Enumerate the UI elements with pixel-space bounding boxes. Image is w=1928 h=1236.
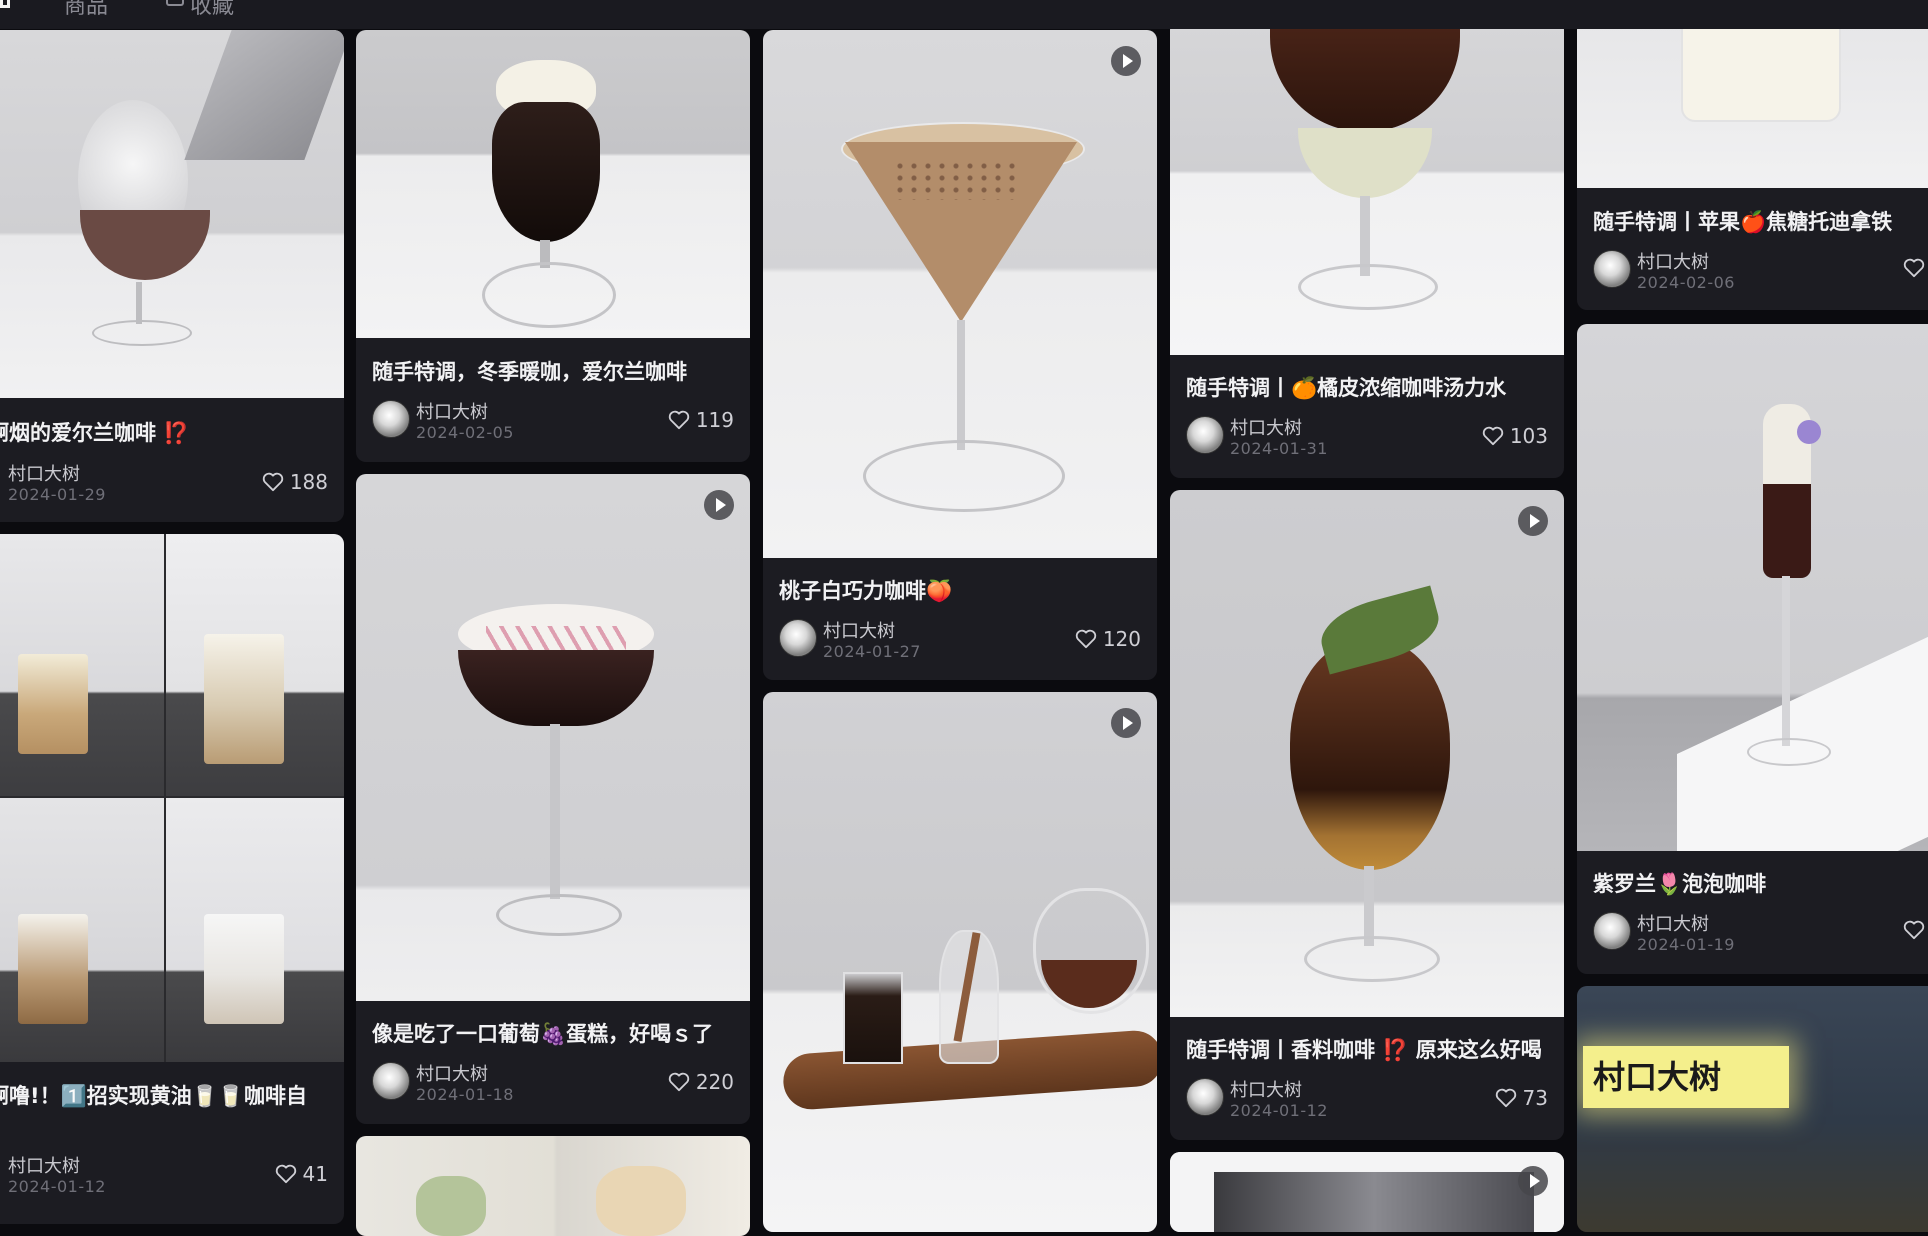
thumbnail-image xyxy=(356,30,750,338)
author-name[interactable]: 村口大树 xyxy=(8,460,80,486)
video-card[interactable]: 随手特调丨苹果🍎焦糖托迪拿铁 村口大树 2024-02-06 xyxy=(1577,20,1928,310)
video-card[interactable] xyxy=(356,1136,750,1236)
thumbnail-image xyxy=(0,534,344,1062)
post-date: 2024-01-12 xyxy=(8,1177,106,1196)
card-title: 啊噜!！1️⃣招实现黄油🥛🥛咖啡自 xyxy=(0,1084,308,1108)
thumbnail-image xyxy=(1170,20,1564,355)
video-card[interactable]: 随手特调丨🍊橘皮浓缩咖啡汤力水 村口大树 2024-01-31 103 xyxy=(1170,20,1564,478)
card-title: 像是吃了一口葡萄🍇蛋糕，好喝ｓ了 xyxy=(372,1022,714,1046)
card-title: 啊烟的爱尔兰咖啡 ⁉️ xyxy=(0,421,190,445)
like-count[interactable]: 188 xyxy=(262,470,328,494)
video-card[interactable]: 随手特调，冬季暖咖，爱尔兰咖啡 村口大树 2024-02-05 119 xyxy=(356,30,750,462)
video-card[interactable] xyxy=(763,692,1157,1232)
play-icon[interactable] xyxy=(1518,1166,1548,1196)
post-date: 2024-01-29 xyxy=(8,485,106,504)
author-name[interactable]: 村口大树 xyxy=(416,1060,488,1086)
video-card[interactable] xyxy=(1170,1152,1564,1232)
author-name[interactable]: 村口大树 xyxy=(1637,910,1709,936)
author-name[interactable]: 村口大树 xyxy=(416,398,488,424)
card-title: 随手特调丨🍊橘皮浓缩咖啡汤力水 xyxy=(1186,376,1507,400)
video-card[interactable]: 啊烟的爱尔兰咖啡 ⁉️ 村口大树 2024-01-29 188 xyxy=(0,30,344,522)
play-icon[interactable] xyxy=(704,490,734,520)
thumbnail-image xyxy=(1170,1152,1564,1232)
card-title: 随手特调丨香料咖啡 ⁉️ 原来这么好喝 xyxy=(1186,1038,1542,1062)
post-date: 2024-02-05 xyxy=(416,423,514,442)
like-count[interactable]: 119 xyxy=(668,408,734,432)
card-title: 紫罗兰🌷泡泡咖啡 xyxy=(1593,872,1767,896)
like-count-value: 119 xyxy=(695,408,734,432)
tab-favorites[interactable]: 收藏 xyxy=(190,0,234,20)
play-icon[interactable] xyxy=(1111,708,1141,738)
thumbnail-image xyxy=(0,30,344,398)
thumbnail-image xyxy=(356,474,750,1001)
active-tab-indicator xyxy=(0,0,10,8)
play-icon[interactable] xyxy=(1518,506,1548,536)
avatar[interactable] xyxy=(1186,416,1224,454)
like-count[interactable] xyxy=(1903,920,1928,940)
author-name[interactable]: 村口大树 xyxy=(1230,1076,1302,1102)
video-card[interactable]: 桃子白巧力咖啡🍑 村口大树 2024-01-27 120 xyxy=(763,30,1157,680)
like-count-value: 220 xyxy=(695,1070,734,1094)
like-count-value: 188 xyxy=(289,470,328,494)
post-date: 2024-01-31 xyxy=(1230,439,1328,458)
avatar[interactable] xyxy=(779,619,817,657)
heart-icon[interactable] xyxy=(1495,1088,1517,1108)
shop-sign: 村口大树 xyxy=(1583,1046,1789,1108)
avatar[interactable] xyxy=(372,1062,410,1100)
heart-icon[interactable] xyxy=(1903,258,1925,278)
post-date: 2024-01-27 xyxy=(823,642,921,661)
post-date: 2024-01-18 xyxy=(416,1085,514,1104)
card-title: 随手特调丨苹果🍎焦糖托迪拿铁 xyxy=(1593,210,1893,234)
thumbnail-image xyxy=(763,30,1157,558)
card-title: 随手特调，冬季暖咖，爱尔兰咖啡 xyxy=(372,360,687,384)
like-count-value: 103 xyxy=(1509,424,1548,448)
like-count[interactable]: 41 xyxy=(275,1162,328,1186)
like-count[interactable]: 103 xyxy=(1482,424,1548,448)
heart-icon[interactable] xyxy=(668,1072,690,1092)
author-name[interactable]: 村口大树 xyxy=(1637,248,1709,274)
top-tab-bar: 商品 收藏 xyxy=(0,0,1928,29)
author-name[interactable]: 村口大树 xyxy=(8,1152,80,1178)
video-card[interactable]: 啊噜!！1️⃣招实现黄油🥛🥛咖啡自 村口大树 2024-01-12 41 xyxy=(0,534,344,1224)
thumbnail-image: 村口大树 xyxy=(1577,986,1928,1232)
like-count-value: 41 xyxy=(302,1162,328,1186)
video-card[interactable]: 紫罗兰🌷泡泡咖啡 村口大树 2024-01-19 xyxy=(1577,324,1928,974)
video-card[interactable]: 像是吃了一口葡萄🍇蛋糕，好喝ｓ了 村口大树 2024-01-18 220 xyxy=(356,474,750,1124)
author-name[interactable]: 村口大树 xyxy=(1230,414,1302,440)
heart-icon[interactable] xyxy=(275,1164,297,1184)
avatar[interactable] xyxy=(372,400,410,438)
post-date: 2024-01-12 xyxy=(1230,1101,1328,1120)
like-count[interactable] xyxy=(1903,258,1928,278)
heart-icon[interactable] xyxy=(1075,629,1097,649)
video-card[interactable]: 随手特调丨香料咖啡 ⁉️ 原来这么好喝 村口大树 2024-01-12 73 xyxy=(1170,490,1564,1140)
post-date: 2024-02-06 xyxy=(1637,273,1735,292)
avatar[interactable] xyxy=(1593,250,1631,288)
collection-icon xyxy=(166,0,184,6)
tab-products[interactable]: 商品 xyxy=(64,0,108,20)
author-name[interactable]: 村口大树 xyxy=(823,617,895,643)
heart-icon[interactable] xyxy=(1903,920,1925,940)
thumbnail-image xyxy=(1170,490,1564,1017)
heart-icon[interactable] xyxy=(1482,426,1504,446)
card-title: 桃子白巧力咖啡🍑 xyxy=(779,579,953,603)
thumbnail-image xyxy=(1577,324,1928,851)
play-icon[interactable] xyxy=(1111,46,1141,76)
like-count-value: 73 xyxy=(1522,1086,1548,1110)
like-count[interactable]: 73 xyxy=(1495,1086,1548,1110)
heart-icon[interactable] xyxy=(668,410,690,430)
like-count[interactable]: 120 xyxy=(1075,627,1141,651)
thumbnail-image xyxy=(763,692,1157,1232)
avatar[interactable] xyxy=(1186,1078,1224,1116)
video-card[interactable]: 村口大树 xyxy=(1577,986,1928,1232)
heart-icon[interactable] xyxy=(262,472,284,492)
thumbnail-image xyxy=(1577,20,1928,188)
post-date: 2024-01-19 xyxy=(1637,935,1735,954)
like-count[interactable]: 220 xyxy=(668,1070,734,1094)
thumbnail-image xyxy=(356,1136,750,1236)
avatar[interactable] xyxy=(1593,912,1631,950)
like-count-value: 120 xyxy=(1102,627,1141,651)
